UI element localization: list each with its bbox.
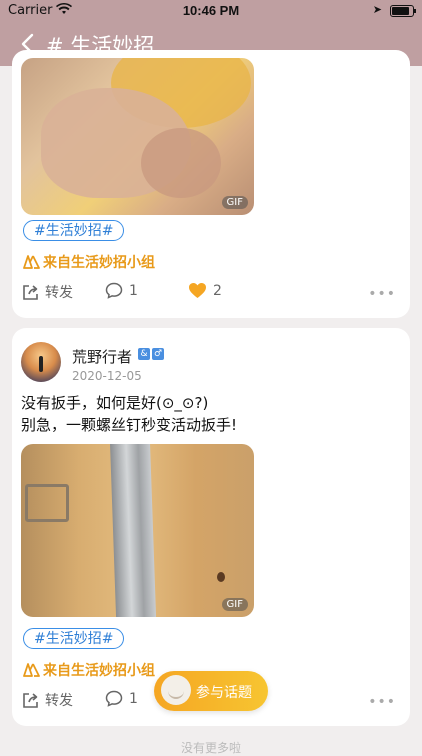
share-label: 转发 bbox=[45, 693, 73, 709]
comment-icon bbox=[105, 690, 123, 707]
username[interactable]: 荒野行者 bbox=[72, 346, 132, 367]
post-card[interactable]: GIF #生活妙招# 来自生活妙招小组 转发 1 2 ••• bbox=[12, 50, 410, 318]
post-actions: 转发 1 2 ••• bbox=[12, 282, 410, 306]
male-icon: ♂ bbox=[152, 348, 164, 360]
share-icon bbox=[23, 284, 38, 300]
post-gif[interactable]: GIF bbox=[21, 444, 254, 617]
share-icon bbox=[23, 692, 38, 708]
topic-tag[interactable]: #生活妙招# bbox=[23, 220, 125, 241]
post-date: 2020-12-05 bbox=[72, 369, 142, 383]
status-bar: Carrier 10:46 PM ➤ bbox=[0, 0, 422, 22]
join-topic-button[interactable]: 参与话题 bbox=[154, 671, 268, 711]
group-icon bbox=[23, 255, 40, 269]
group-label: 来自生活妙招小组 bbox=[43, 663, 155, 679]
location-arrow-icon: ➤ bbox=[372, 3, 382, 16]
heart-icon bbox=[189, 283, 206, 298]
clock: 10:46 PM bbox=[182, 3, 240, 18]
join-topic-label: 参与话题 bbox=[196, 685, 252, 701]
share-button[interactable]: 转发 bbox=[22, 282, 73, 302]
group-label: 来自生活妙招小组 bbox=[43, 255, 155, 271]
comment-count: 1 bbox=[129, 690, 138, 707]
group-link[interactable]: 来自生活妙招小组 bbox=[23, 660, 155, 680]
mascot-icon bbox=[161, 675, 191, 705]
avatar[interactable] bbox=[21, 342, 61, 382]
more-options-icon[interactable]: ••• bbox=[368, 286, 396, 302]
post-text-line: 别急，一颗螺丝钉秒变活动扳手! bbox=[21, 416, 238, 434]
post-gif[interactable]: GIF bbox=[21, 58, 254, 215]
like-button[interactable]: 2 bbox=[188, 282, 222, 299]
topic-tag[interactable]: #生活妙招# bbox=[23, 628, 125, 649]
group-link[interactable]: 来自生活妙招小组 bbox=[23, 252, 155, 272]
gif-badge: GIF bbox=[221, 598, 248, 611]
post-card[interactable]: 荒野行者 & ♂ 2020-12-05 没有扳手，如何是好(⊙_⊙?) 别急，一… bbox=[12, 328, 410, 726]
user-badges: & ♂ bbox=[138, 348, 164, 360]
more-options-icon[interactable]: ••• bbox=[368, 694, 396, 710]
share-button[interactable]: 转发 bbox=[22, 690, 73, 710]
battery-icon bbox=[390, 5, 416, 17]
share-label: 转发 bbox=[45, 285, 73, 301]
comment-count: 1 bbox=[129, 282, 138, 299]
gif-badge: GIF bbox=[221, 196, 248, 209]
post-text: 没有扳手，如何是好(⊙_⊙?) 别急，一颗螺丝钉秒变活动扳手! bbox=[21, 392, 237, 436]
end-of-list-note: 没有更多啦 bbox=[180, 741, 241, 755]
comment-button[interactable]: 1 bbox=[105, 282, 138, 299]
like-count: 2 bbox=[213, 282, 222, 299]
verified-icon: & bbox=[138, 348, 150, 360]
post-text-line: 没有扳手，如何是好(⊙_⊙?) bbox=[21, 394, 209, 412]
comment-icon bbox=[105, 282, 123, 299]
group-icon bbox=[23, 663, 40, 677]
comment-button[interactable]: 1 bbox=[105, 690, 138, 707]
